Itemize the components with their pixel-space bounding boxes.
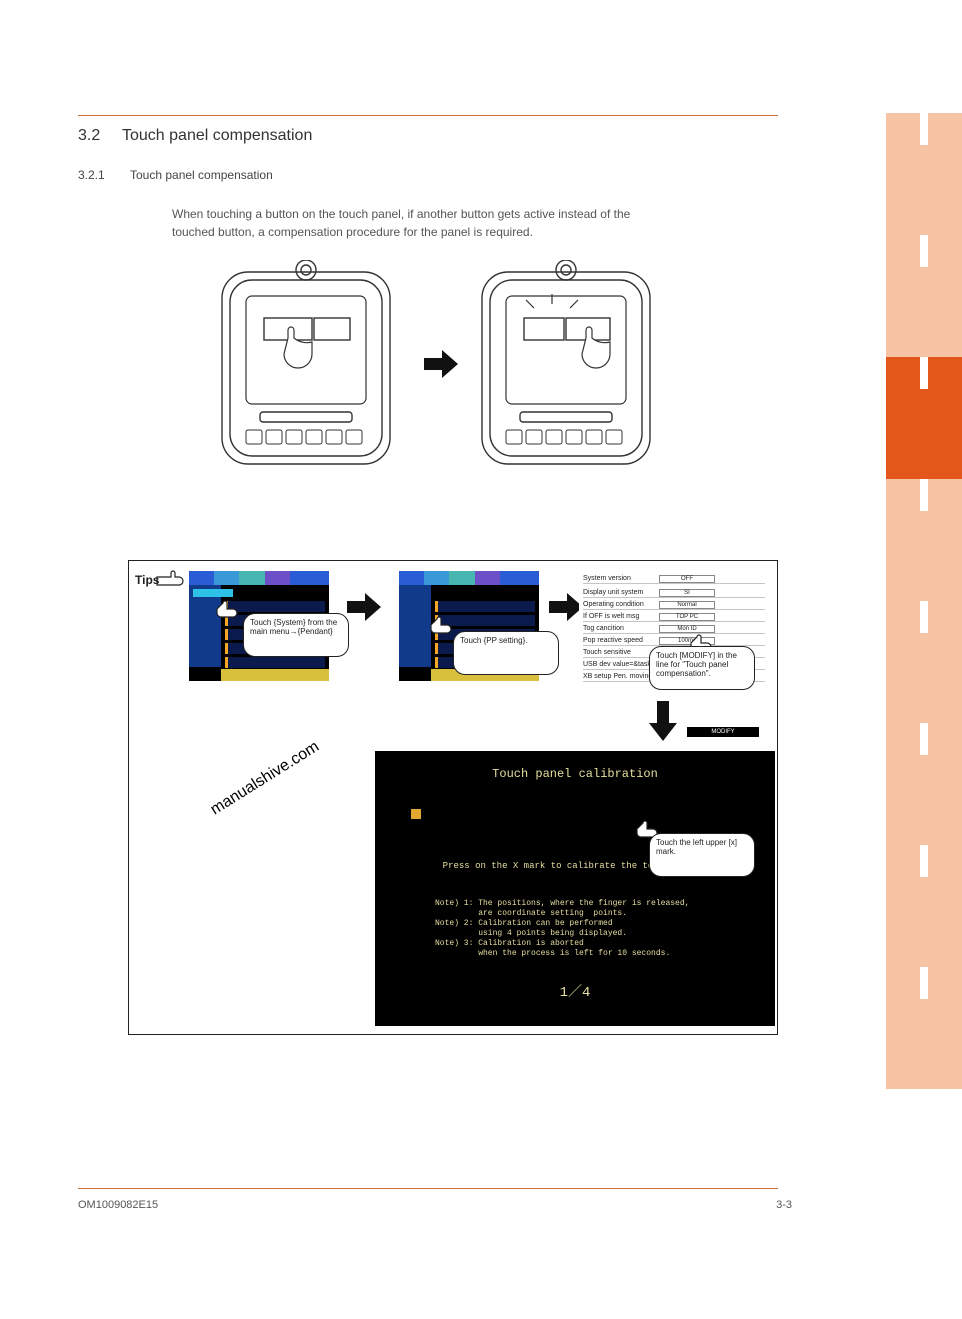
callout-4: Touch the left upper [x] mark. xyxy=(649,833,755,877)
field-label: System version xyxy=(583,575,631,582)
field-label: Display unit system xyxy=(583,589,643,596)
callout-2: Touch {PP setting}. xyxy=(453,631,559,675)
callout-3: Touch [MODIFY] in the line for "Touch pa… xyxy=(649,646,755,690)
calibration-notes: Note) 1: The positions, where the finger… xyxy=(435,899,689,959)
tab-3[interactable] xyxy=(886,357,962,479)
arrow-right-icon xyxy=(347,593,381,621)
modify-button[interactable]: MODIFY xyxy=(687,727,759,737)
calibration-target-icon[interactable] xyxy=(411,809,421,819)
subsection-title: Touch panel compensation xyxy=(130,168,273,182)
tab-1[interactable] xyxy=(886,113,962,235)
pendant-left xyxy=(216,260,396,470)
steps-panel: Tips Touch {System} from the main menu→{… xyxy=(128,560,778,1035)
tab-6[interactable] xyxy=(886,723,962,845)
finger-icon xyxy=(425,613,455,643)
device-illustration-group xyxy=(216,260,676,510)
rule-bottom xyxy=(78,1188,778,1189)
tab-2[interactable] xyxy=(886,235,962,357)
field-label: Tog cancition xyxy=(583,625,624,632)
field-label: XB setup Pen. moving xyxy=(583,673,652,680)
field-label: Pop reactive speed xyxy=(583,637,643,644)
rule-top xyxy=(78,115,778,116)
section-title: Touch panel compensation xyxy=(122,127,312,145)
calibration-screen: Touch panel calibration Press on the X m… xyxy=(375,751,775,1026)
field-value: OFF xyxy=(659,575,715,583)
arrow-right-icon xyxy=(424,350,458,378)
chapter-tabs xyxy=(886,113,962,1089)
callout-1: Touch {System} from the main menu→{Penda… xyxy=(243,613,349,657)
field-label: USB dev value=&task xyxy=(583,661,651,668)
section-number: 3.2 xyxy=(78,127,100,145)
footer-docid: OM1009082E15 xyxy=(78,1199,158,1211)
tab-8[interactable] xyxy=(886,967,962,1089)
tab-5[interactable] xyxy=(886,601,962,723)
tab-4[interactable] xyxy=(886,479,962,601)
field-value: Normal xyxy=(659,601,715,609)
arrow-down-icon xyxy=(649,701,677,741)
body-line-2: touched button, a compensation procedure… xyxy=(172,225,533,239)
arrow-right-icon xyxy=(549,593,583,621)
calibration-title: Touch panel calibration xyxy=(375,767,775,781)
field-label: Operating condition xyxy=(583,601,644,608)
field-value: SI xyxy=(659,589,715,597)
calibration-counter: 1／4 xyxy=(375,981,775,1001)
pendant-right xyxy=(476,260,656,470)
pointing-hand-icon xyxy=(155,567,187,589)
body-line-1: When touching a button on the touch pane… xyxy=(172,207,630,221)
field-label: Touch sensitive xyxy=(583,649,631,656)
field-label: If OFF is welt msg xyxy=(583,613,639,620)
field-value: TOP PC xyxy=(659,613,715,621)
subsection-number: 3.2.1 xyxy=(78,168,105,182)
finger-icon xyxy=(211,597,241,627)
footer-page: 3-3 xyxy=(776,1199,792,1211)
tab-7[interactable] xyxy=(886,845,962,967)
